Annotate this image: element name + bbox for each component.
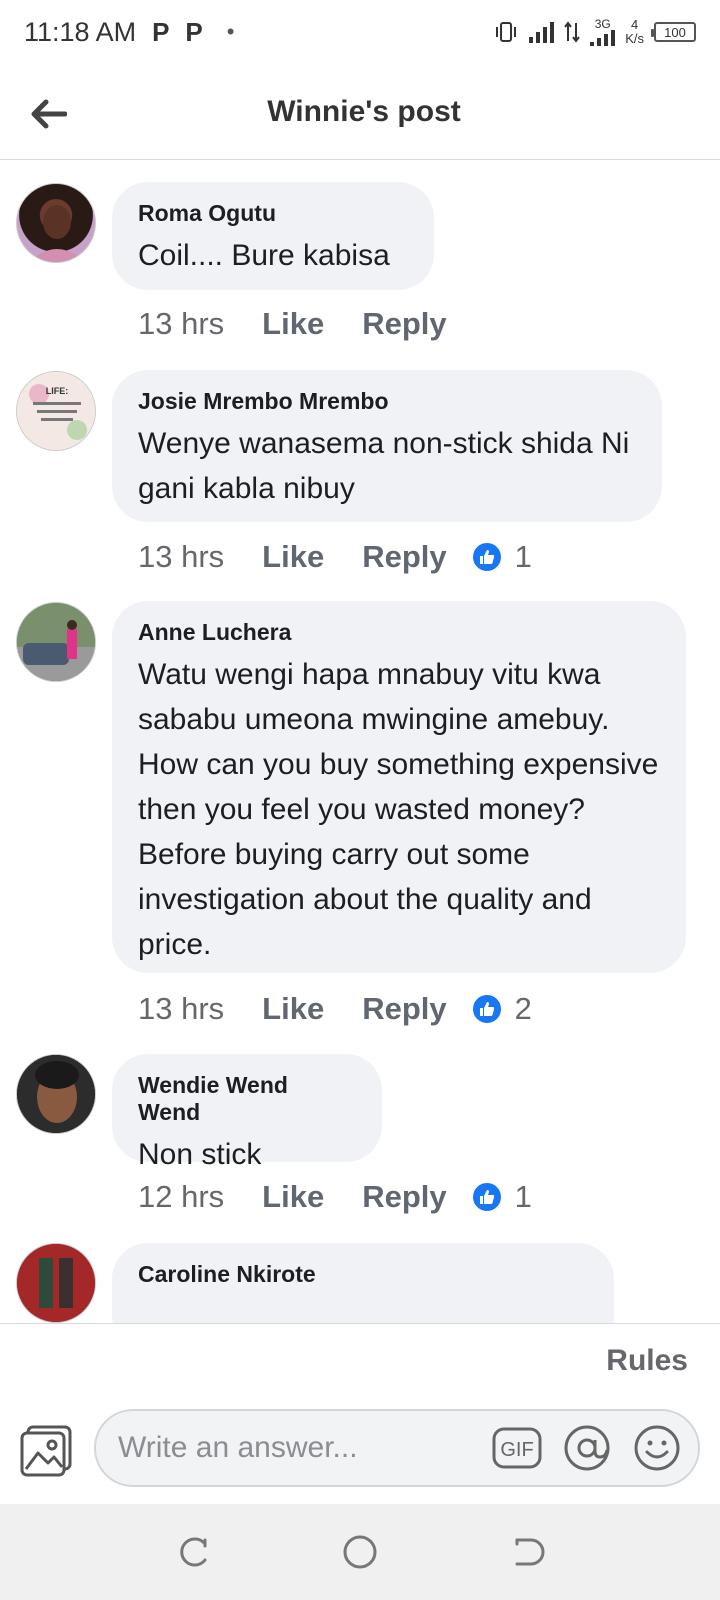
avatar-image: LIFE:	[17, 372, 95, 450]
comment-bubble[interactable]: Roma Ogutu Coil.... Bure kabisa	[112, 182, 434, 290]
thumbs-up-icon	[470, 993, 503, 1025]
avatar[interactable]	[16, 602, 96, 682]
emoji-icon	[634, 1425, 680, 1471]
gif-label: GIF	[500, 1439, 533, 1461]
back-nav-button[interactable]	[503, 1528, 551, 1576]
more-notifications-dot: •	[226, 19, 235, 44]
comment-actions: 13 hrs Like Reply 1	[138, 535, 532, 579]
mention-button[interactable]	[562, 1423, 612, 1473]
emoji-button[interactable]	[632, 1423, 682, 1473]
gif-button[interactable]: GIF	[492, 1423, 542, 1473]
like-button[interactable]: Like	[262, 539, 324, 575]
reply-button[interactable]: Reply	[362, 991, 446, 1027]
comment-bubble[interactable]: Anne Luchera Watu wengi hapa mnabuy vitu…	[112, 601, 686, 973]
speed-value: 4	[630, 17, 639, 32]
comment-actions: 13 hrs Like Reply 2	[138, 987, 532, 1031]
comment-author[interactable]: Caroline Nkirote	[138, 1261, 588, 1288]
battery-icon: 100	[651, 22, 696, 42]
signal-icon-2	[590, 30, 616, 46]
post-header: Winnie's post	[0, 64, 720, 160]
back-nav-icon	[515, 1538, 545, 1566]
like-button[interactable]: Like	[262, 1179, 324, 1215]
reply-button[interactable]: Reply	[362, 539, 446, 575]
avatar-image	[17, 1244, 95, 1322]
answer-input-container[interactable]: GIF	[94, 1409, 700, 1487]
status-bar: 11:18 AM P P • 3G 4 K/s 100	[0, 0, 720, 64]
avatar[interactable]	[16, 183, 96, 263]
composer-actions: GIF	[492, 1423, 682, 1473]
status-time: 11:18 AM	[24, 16, 137, 47]
comment-text: Watu wengi hapa mnabuy vitu kwa sababu u…	[138, 658, 659, 961]
avatar[interactable]: LIFE:	[16, 371, 96, 451]
home-button[interactable]	[336, 1528, 384, 1576]
thumbs-up-icon	[470, 1181, 503, 1213]
speed-unit: K/s	[625, 31, 644, 46]
data-arrows-icon	[564, 21, 581, 43]
recent-apps-icon	[180, 1537, 207, 1567]
reply-button[interactable]: Reply	[362, 306, 446, 342]
network-type: 3G	[594, 17, 611, 31]
battery-level: 100	[664, 24, 686, 40]
comment-time[interactable]: 12 hrs	[138, 1179, 224, 1215]
home-circle-icon	[343, 1535, 377, 1569]
network-speed: 4 K/s	[625, 18, 644, 46]
comment-author[interactable]: Anne Luchera	[138, 619, 660, 646]
reply-button[interactable]: Reply	[362, 1179, 446, 1215]
avatar-image	[17, 603, 95, 681]
reaction-count[interactable]: 2	[470, 991, 532, 1027]
comment-author[interactable]: Wendie Wend Wend	[138, 1072, 356, 1126]
reaction-number: 1	[514, 539, 532, 574]
photo-icon	[20, 1425, 72, 1477]
comment-time[interactable]: 13 hrs	[138, 539, 224, 575]
vibrate-icon	[496, 22, 517, 42]
like-button[interactable]: Like	[262, 306, 324, 342]
rules-bar: Rules	[0, 1323, 720, 1389]
recent-apps-button[interactable]	[169, 1528, 217, 1576]
system-nav-bar	[0, 1504, 720, 1600]
photo-button[interactable]	[18, 1423, 74, 1479]
avatar-image	[29, 205, 85, 262]
comment-text: Non stick	[138, 1138, 262, 1171]
reaction-count[interactable]: 1	[470, 1179, 532, 1215]
comment-author[interactable]: Josie Mrembo Mrembo	[138, 388, 636, 415]
comment-text: Coil.... Bure kabisa	[138, 239, 390, 272]
comment-time[interactable]: 13 hrs	[138, 991, 224, 1027]
answer-input[interactable]	[118, 1431, 488, 1465]
comments-list[interactable]: Roma Ogutu Coil.... Bure kabisa 13 hrs L…	[0, 161, 720, 1323]
rules-link[interactable]: Rules	[606, 1344, 688, 1378]
reaction-number: 1	[514, 1179, 532, 1214]
avatar[interactable]	[16, 1054, 96, 1134]
avatar-image	[17, 1055, 95, 1133]
thumbs-up-icon	[470, 541, 503, 573]
signal-icon	[529, 21, 555, 43]
reaction-count[interactable]: 1	[470, 539, 532, 575]
comment-text: Wenye wanasema non-stick shida Ni gani k…	[138, 427, 630, 505]
gif-icon: GIF	[492, 1427, 542, 1469]
avatar[interactable]	[16, 1243, 96, 1323]
comment-actions: 13 hrs Like Reply	[138, 302, 447, 346]
comment-composer: GIF	[0, 1389, 720, 1504]
notification-icon: P	[185, 16, 203, 47]
comment-actions: 12 hrs Like Reply 1	[138, 1175, 532, 1219]
like-button[interactable]: Like	[262, 991, 324, 1027]
comment-time[interactable]: 13 hrs	[138, 306, 224, 342]
comment-author[interactable]: Roma Ogutu	[138, 200, 408, 227]
comment-bubble[interactable]: Caroline Nkirote	[112, 1243, 614, 1323]
reaction-number: 2	[514, 991, 532, 1026]
back-arrow-icon	[31, 99, 67, 129]
status-indicators: 3G 4 K/s 100	[493, 18, 696, 46]
notification-icon: P	[152, 16, 170, 47]
page-title: Winnie's post	[267, 94, 461, 128]
back-button[interactable]	[22, 88, 74, 140]
comment-bubble[interactable]: Josie Mrembo Mrembo Wenye wanasema non-s…	[112, 370, 662, 522]
mention-icon	[564, 1425, 610, 1471]
comment-bubble[interactable]: Wendie Wend Wend Non stick	[112, 1054, 382, 1171]
avatar-text: LIFE:	[46, 386, 69, 396]
